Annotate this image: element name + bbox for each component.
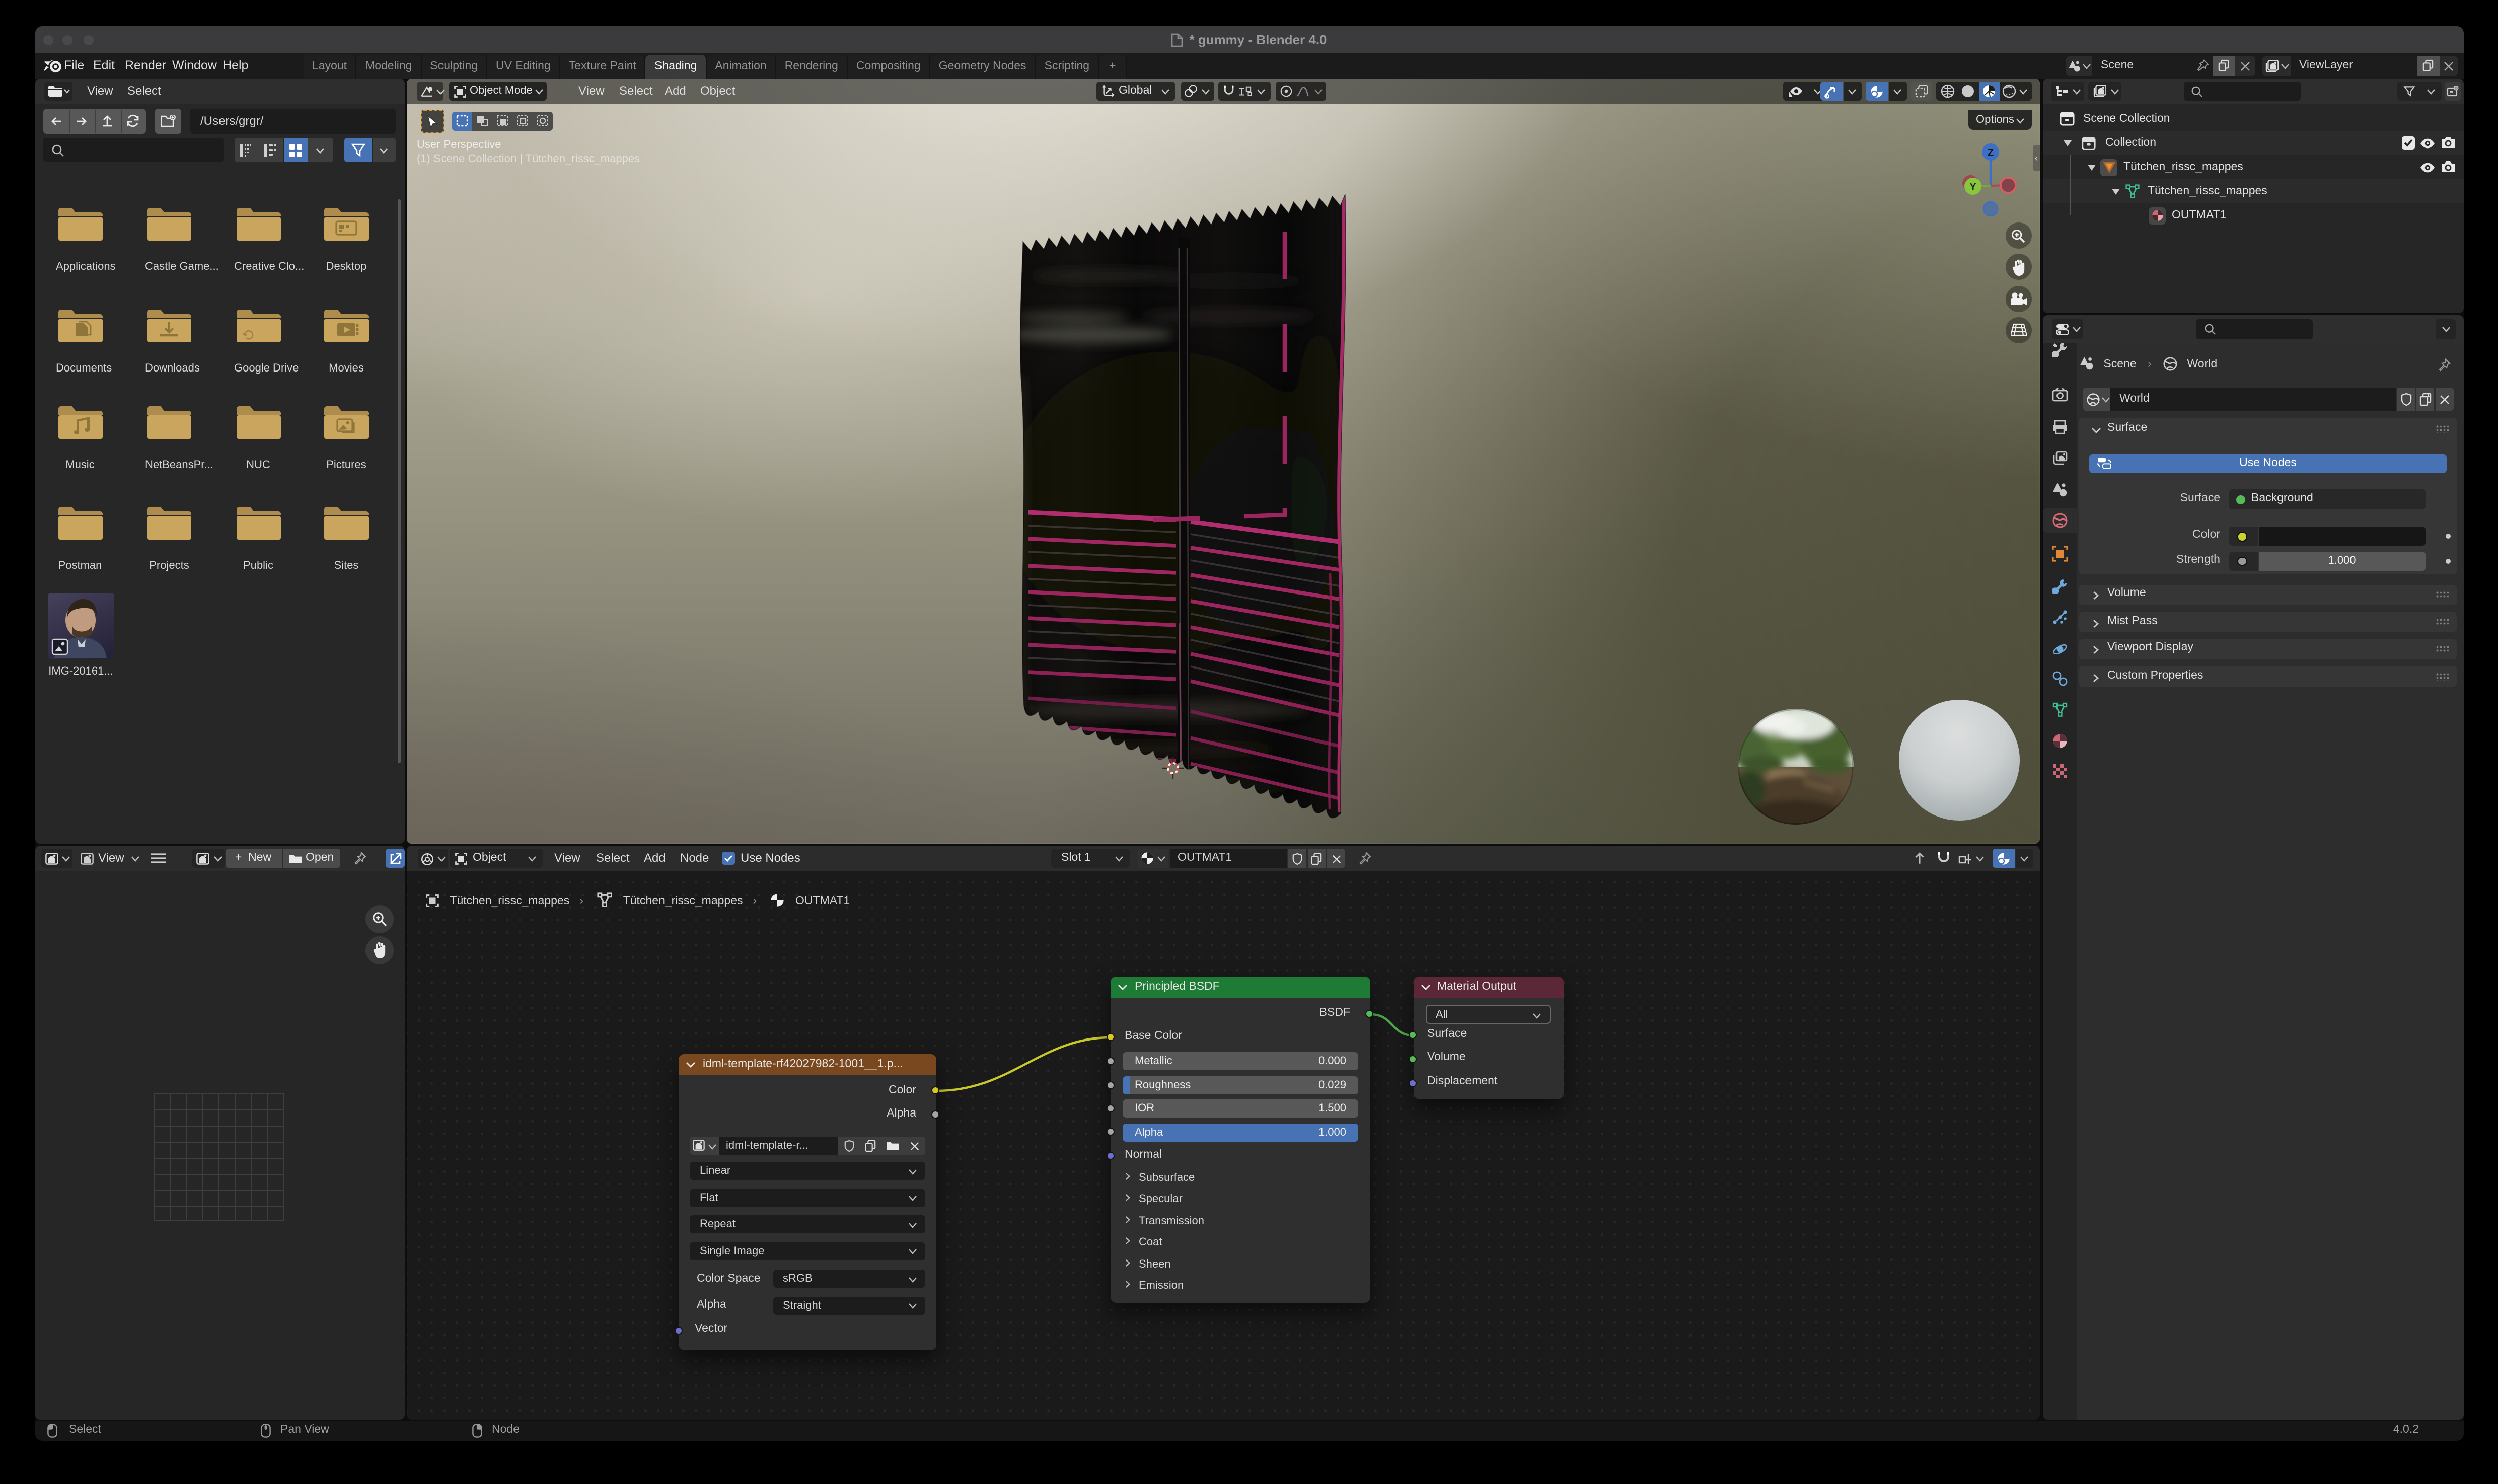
svg-text:Z: Z <box>1987 147 1993 159</box>
svg-text:Y: Y <box>1969 182 1976 193</box>
